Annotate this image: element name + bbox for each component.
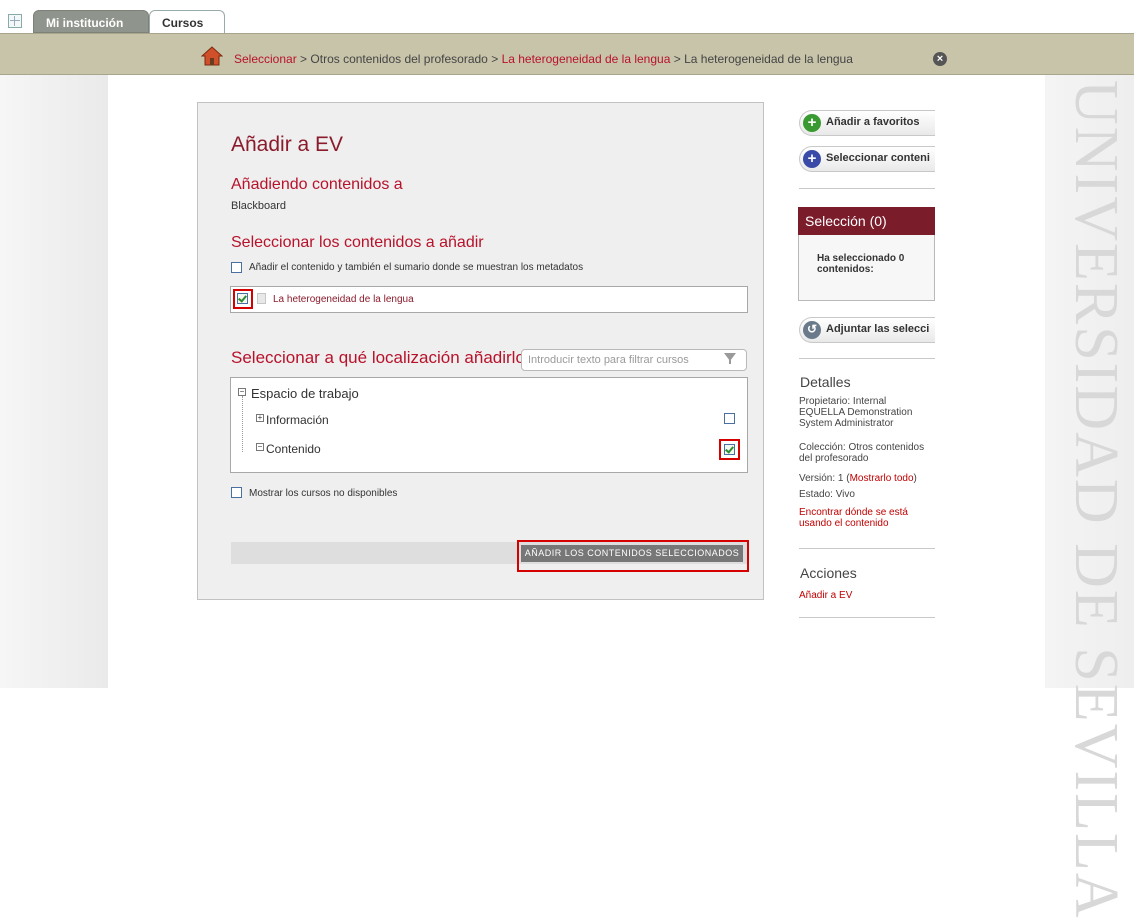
content-item-link[interactable]: La heterogeneidad de la lengua bbox=[273, 294, 414, 305]
left-margin bbox=[0, 75, 108, 688]
sidebar-divider bbox=[799, 617, 935, 618]
breadcrumb-item-current: La heterogeneidad de la lengua bbox=[684, 52, 853, 66]
home-icon[interactable] bbox=[201, 46, 223, 66]
details-title: Detalles bbox=[800, 374, 851, 390]
summary-checkbox[interactable] bbox=[231, 262, 242, 273]
actions-title: Acciones bbox=[800, 565, 857, 581]
filter-icon-stem bbox=[729, 359, 731, 364]
owner-line: System Administrator bbox=[799, 418, 894, 429]
find-usage-link[interactable]: Encontrar dónde se está usando el conten… bbox=[799, 507, 908, 529]
grid-icon[interactable] bbox=[8, 14, 22, 28]
sidebar-divider bbox=[799, 188, 935, 189]
course-filter-placeholder: Introducir texto para filtrar cursos bbox=[528, 354, 689, 366]
informacion-checkbox[interactable] bbox=[724, 413, 735, 424]
sidebar-divider bbox=[799, 358, 935, 359]
selection-header: Selección (0) bbox=[798, 207, 935, 235]
version-prefix: Versión: 1 ( bbox=[799, 473, 850, 484]
adding-heading: Añadiendo contenidos a bbox=[231, 176, 403, 193]
tab-cursos[interactable]: Cursos bbox=[149, 10, 225, 33]
document-icon bbox=[257, 293, 266, 304]
owner-line: EQUELLA Demonstration bbox=[799, 407, 913, 418]
owner-line: Propietario: Internal bbox=[799, 396, 887, 407]
tree-item-contenido[interactable]: Contenido bbox=[266, 442, 321, 456]
course-filter-input[interactable]: Introducir texto para filtrar cursos bbox=[521, 349, 747, 371]
select-contents-heading: Seleccionar los contenidos a añadir bbox=[231, 234, 484, 251]
breadcrumb-item-collection: Otros contenidos del profesorado bbox=[310, 52, 488, 66]
tree-collapse-icon[interactable]: − bbox=[238, 388, 246, 396]
breadcrumb-separator: > bbox=[300, 52, 308, 66]
selection-text: Ha seleccionado 0 contenidos: bbox=[817, 253, 905, 275]
find-usage-line: Encontrar dónde se está bbox=[799, 507, 908, 518]
summary-option-label: Añadir el contenido y también el sumario… bbox=[249, 262, 584, 273]
action-add-to-ev[interactable]: Añadir a EV bbox=[799, 590, 852, 601]
plus-blue-icon: + bbox=[803, 150, 821, 168]
collection-line: del profesorado bbox=[799, 453, 869, 464]
show-all-link[interactable]: Mostrarlo todo bbox=[850, 473, 914, 484]
breadcrumb-link-seleccionar[interactable]: Seleccionar bbox=[234, 52, 297, 66]
sidebar-divider bbox=[799, 548, 935, 549]
tree-item-informacion[interactable]: Información bbox=[266, 413, 329, 427]
contenido-checkbox[interactable] bbox=[724, 444, 735, 455]
page-title: Añadir a EV bbox=[231, 133, 344, 156]
plus-green-icon: + bbox=[803, 114, 821, 132]
details-owner: Propietario: Internal EQUELLA Demonstrat… bbox=[799, 396, 912, 429]
details-version: Versión: 1 (Mostrarlo todo) bbox=[799, 473, 917, 484]
find-usage-line: usando el contenido bbox=[799, 518, 889, 529]
add-selected-contents-button[interactable]: AÑADIR LOS CONTENIDOS SELECCIONADOS bbox=[521, 545, 743, 562]
breadcrumb-separator: > bbox=[491, 52, 499, 66]
refresh-icon: ↺ bbox=[803, 321, 821, 339]
tab-mi-institucion[interactable]: Mi institución bbox=[33, 10, 149, 33]
breadcrumb-link-item[interactable]: La heterogeneidad de la lengua bbox=[502, 52, 671, 66]
show-unavailable-label: Mostrar los cursos no disponibles bbox=[249, 488, 398, 499]
details-status: Estado: Vivo bbox=[799, 489, 855, 500]
show-unavailable-checkbox[interactable] bbox=[231, 487, 242, 498]
collection-line: Colección: Otros contenidos bbox=[799, 442, 925, 453]
details-collection: Colección: Otros contenidos del profesor… bbox=[799, 442, 924, 464]
location-heading: Seleccionar a qué localización añadirlo bbox=[231, 348, 525, 367]
content-checkbox[interactable] bbox=[237, 293, 248, 304]
tree-line bbox=[242, 396, 244, 452]
watermark: UNIVERSIDAD DE SEVILLA bbox=[1062, 80, 1130, 920]
version-suffix: ) bbox=[913, 473, 917, 484]
tree-collapse-icon[interactable]: − bbox=[256, 443, 264, 451]
breadcrumb-separator: > bbox=[673, 52, 681, 66]
breadcrumb: Seleccionar > Otros contenidos del profe… bbox=[234, 52, 853, 66]
tree-expand-icon[interactable]: + bbox=[256, 414, 264, 422]
adding-target: Blackboard bbox=[231, 200, 287, 212]
close-icon[interactable]: × bbox=[933, 52, 947, 66]
tree-root-label: Espacio de trabajo bbox=[251, 386, 359, 401]
